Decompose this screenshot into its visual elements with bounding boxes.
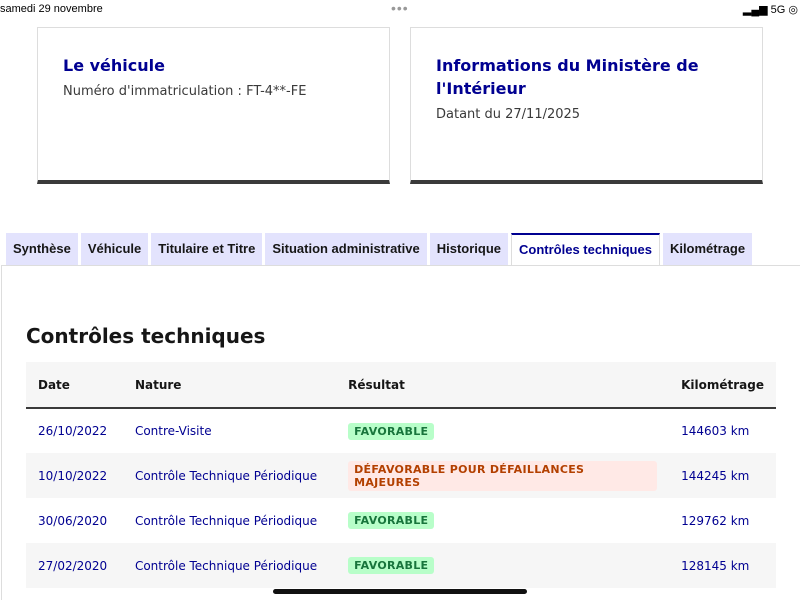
tab-historique[interactable]: Historique bbox=[429, 233, 509, 265]
card-text: Numéro d'immatriculation : FT-4**-FE bbox=[63, 84, 307, 99]
col-date: Date bbox=[26, 362, 123, 409]
result-badge: FAVORABLE bbox=[348, 557, 435, 574]
col-result: Résultat bbox=[336, 362, 670, 409]
cell-date: 30/06/2020 bbox=[38, 513, 108, 528]
tab-panel: Contrôles techniques Date Nature Résulta… bbox=[1, 265, 800, 600]
cell-date: 27/02/2020 bbox=[26, 543, 123, 588]
tab-controles[interactable]: Contrôles techniques bbox=[511, 233, 660, 266]
tab-titulaire[interactable]: Titulaire et Titre bbox=[151, 233, 263, 265]
table-row: 10/10/2022 Contrôle Technique Périodique D… bbox=[26, 453, 776, 498]
signal-icon: ▂▄▆ bbox=[742, 4, 768, 16]
section-title: Contrôles techniques bbox=[26, 324, 266, 348]
cell-km: 129762 km bbox=[681, 513, 750, 528]
ministry-card: Informations du Ministère de l'Intérieur… bbox=[410, 27, 763, 184]
cell-nature: Contre-Visite bbox=[134, 424, 212, 438]
card-text: Datant du 27/11/2025 bbox=[436, 107, 581, 122]
col-km: Kilométrage bbox=[669, 362, 776, 409]
tab-situation[interactable]: Situation administrative bbox=[265, 233, 427, 265]
cell-nature: Contrôle Technique Périodique bbox=[122, 453, 337, 498]
cell-km: 144245 km bbox=[669, 453, 776, 498]
tab-bar: Synthèse Véhicule Titulaire et Titre Sit… bbox=[6, 233, 753, 266]
vehicle-card: Le véhicule Numéro d'immatriculation : F… bbox=[37, 27, 390, 184]
cell-km: 144603 km bbox=[681, 424, 750, 438]
cell-date: 10/10/2022 bbox=[26, 453, 123, 498]
cell-km: 128145 km bbox=[669, 543, 776, 588]
col-nature: Nature bbox=[122, 362, 337, 409]
cell-nature: Contrôle Technique Périodique bbox=[122, 543, 337, 588]
cell-date: 26/10/2022 bbox=[38, 424, 108, 438]
status-bar: samedi 29 novembre ••• ▂▄▆ 5G ◎ bbox=[0, 0, 800, 20]
status-right: ▂▄▆ 5G ◎ bbox=[742, 4, 798, 16]
result-badge: DÉFAVORABLE POUR DÉFAILLANCES MAJEURES bbox=[348, 460, 658, 491]
card-title: Le véhicule bbox=[63, 56, 165, 75]
result-badge: FAVORABLE bbox=[348, 422, 435, 440]
cell-nature: Contrôle Technique Périodique bbox=[134, 513, 318, 528]
result-badge: FAVORABLE bbox=[348, 512, 435, 529]
table-row: 27/02/2020 Contrôle Technique Périodique F… bbox=[26, 543, 776, 588]
tab-kilometrage[interactable]: Kilométrage bbox=[662, 233, 753, 265]
status-date: samedi 29 novembre bbox=[0, 3, 103, 15]
controls-table: Date Nature Résultat Kilométrage 26/10/2… bbox=[26, 362, 776, 588]
tab-vehicule[interactable]: Véhicule bbox=[80, 233, 149, 265]
multitasking-dots-icon[interactable]: ••• bbox=[391, 0, 409, 16]
card-title: Informations du Ministère de l'Intérieur bbox=[436, 56, 699, 98]
table-row: 26/10/2022 Contre-Visite FAVORABLE 144603 k… bbox=[26, 408, 776, 453]
tab-synthese[interactable]: Synthèse bbox=[6, 233, 78, 265]
home-indicator[interactable] bbox=[273, 589, 527, 594]
table-row: 30/06/2020 Contrôle Technique Périodique F… bbox=[26, 498, 776, 543]
network-label: 5G bbox=[770, 4, 786, 16]
